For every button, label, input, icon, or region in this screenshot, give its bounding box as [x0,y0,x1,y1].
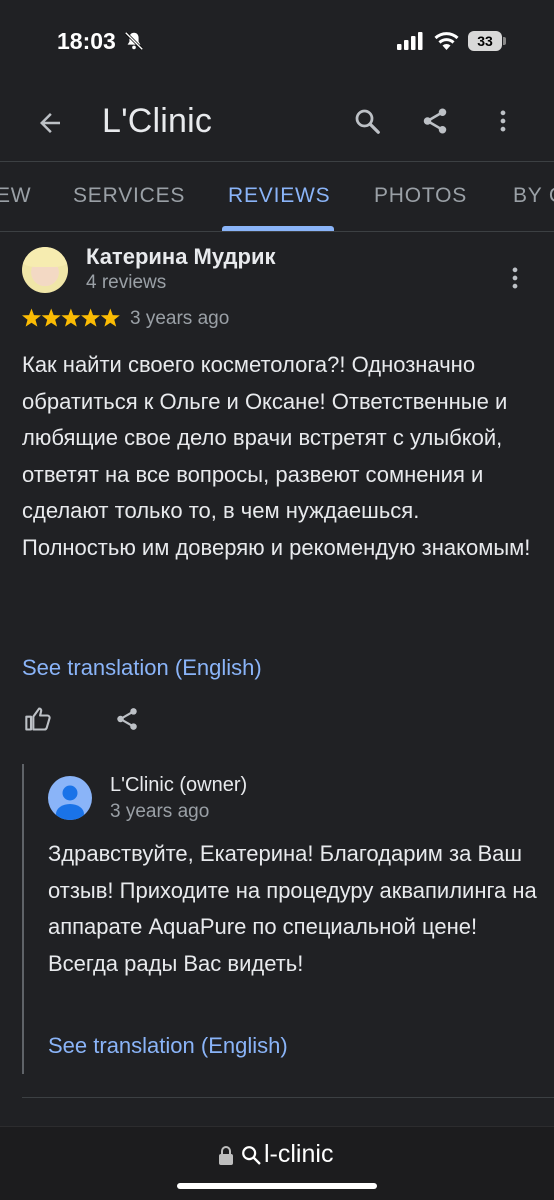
person-icon [56,785,84,820]
wifi-icon [434,32,459,50]
more-vert-icon[interactable] [490,106,516,136]
review-date: 3 years ago [130,308,230,329]
home-indicator[interactable] [177,1183,377,1189]
avatar[interactable] [22,247,68,293]
owner-avatar [48,776,92,820]
see-translation-link[interactable]: See translation (English) [22,655,262,681]
more-vert-icon[interactable] [502,264,528,292]
reviewer-review-count: 4 reviews [86,272,167,293]
divider [0,231,554,232]
tab-by-owner[interactable]: BY C [513,184,554,208]
search-icon [242,1146,261,1165]
star-icon [81,308,101,327]
divider [22,1097,554,1098]
tab-services[interactable]: SERVICES [73,184,185,208]
search-icon[interactable] [352,106,382,136]
status-bar: 18:03 33 [0,0,554,84]
tab-photos[interactable]: PHOTOS [374,184,467,208]
page-title: L'Clinic [102,102,213,140]
app-bar: L'Clinic [0,84,554,162]
owner-name: L'Clinic (owner) [110,774,248,796]
tab-bar: EW SERVICES REVIEWS PHOTOS BY C [0,162,554,232]
thumbs-up-icon[interactable] [24,705,52,733]
back-arrow-icon[interactable] [35,108,65,138]
reviewer-name[interactable]: Катерина Мудрик [86,244,276,270]
owner-reply-text: Здравствуйте, Екатерина! Благодарим за В… [48,841,537,976]
reply-indent-line [22,764,24,1074]
star-icon [22,308,42,327]
battery-indicator: 33 [468,31,506,51]
battery-level: 33 [468,31,502,51]
signal-icon [397,32,423,50]
star-icon [61,308,81,327]
share-icon[interactable] [420,106,450,136]
lock-icon [219,1146,233,1165]
star-icon [100,308,120,327]
see-translation-link[interactable]: See translation (English) [48,1033,288,1059]
star-icon [41,308,61,327]
browser-url-bar[interactable]: l-clinic [0,1126,554,1200]
tab-overview[interactable]: EW [0,184,31,208]
bell-off-icon [124,31,144,51]
review-text: Как найти своего косметолога?! Однозначн… [22,352,531,560]
share-icon[interactable] [114,706,140,732]
star-rating [22,308,120,327]
url-text[interactable]: l-clinic [264,1140,333,1169]
status-time: 18:03 [57,28,116,54]
tab-reviews[interactable]: REVIEWS [228,184,330,208]
owner-reply-date: 3 years ago [110,801,210,822]
